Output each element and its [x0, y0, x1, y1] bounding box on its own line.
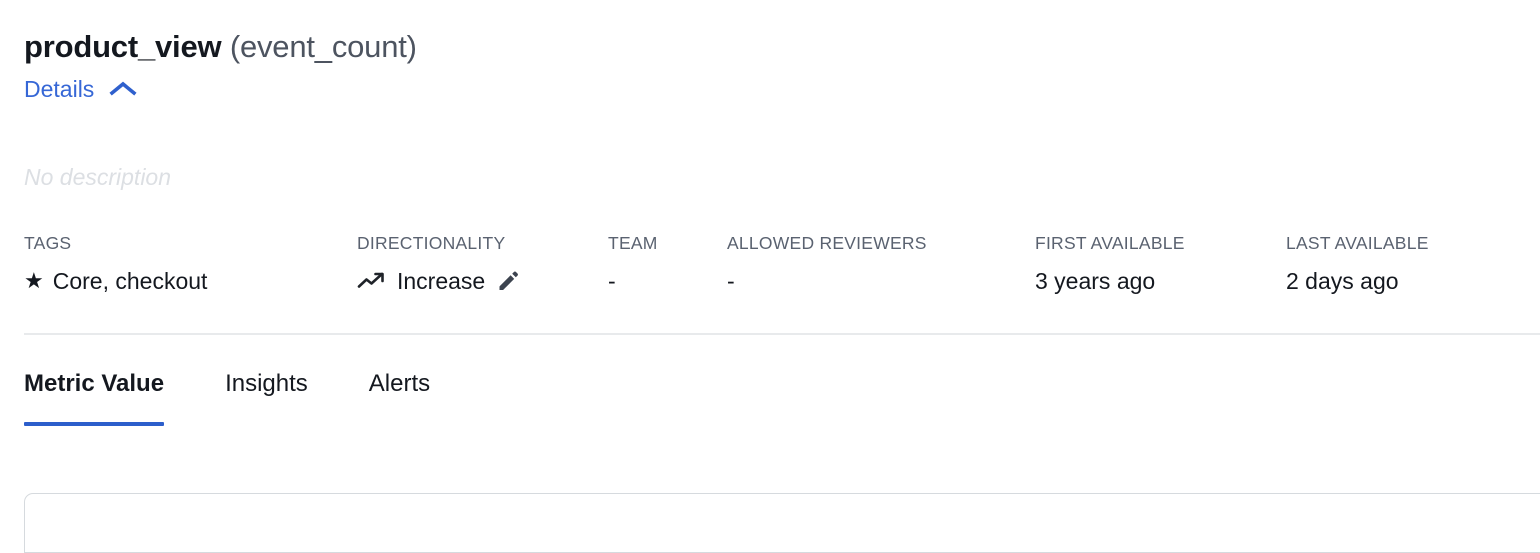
- pencil-icon[interactable]: [496, 269, 520, 293]
- meta-value-team: -: [608, 268, 616, 294]
- meta-field-tags: TAGS ★ Core, checkout: [24, 232, 207, 296]
- star-icon: ★: [24, 268, 44, 293]
- page-title: product_view (event_count): [24, 28, 417, 66]
- tab-insights-label: Insights: [225, 370, 308, 397]
- chevron-up-icon: [108, 79, 138, 99]
- meta-field-team: TEAM -: [608, 232, 658, 296]
- metric-value-panel: [24, 493, 1540, 553]
- tab-bar: Metric Value Insights Alerts: [24, 368, 430, 426]
- meta-field-first-available: FIRST AVAILABLE 3 years ago: [1035, 232, 1185, 296]
- meta-label-tags: TAGS: [24, 233, 72, 253]
- section-divider: [24, 333, 1540, 335]
- meta-label-allowed-reviewers: ALLOWED REVIEWERS: [727, 233, 927, 253]
- meta-value-last-available: 2 days ago: [1286, 268, 1399, 294]
- page-header: product_view (event_count) Details: [24, 28, 417, 103]
- metric-description: No description: [24, 164, 172, 190]
- meta-value-tags: ★ Core, checkout: [24, 266, 207, 296]
- metric-name: product_view: [24, 29, 222, 64]
- details-toggle[interactable]: Details: [24, 75, 138, 103]
- meta-field-last-available: LAST AVAILABLE 2 days ago: [1286, 232, 1429, 296]
- meta-label-team: TEAM: [608, 233, 658, 253]
- tab-metric-value[interactable]: Metric Value: [24, 368, 165, 426]
- tab-alerts[interactable]: Alerts: [369, 368, 430, 426]
- meta-value-first-available: 3 years ago: [1035, 268, 1156, 294]
- meta-label-directionality: DIRECTIONALITY: [357, 233, 506, 253]
- meta-label-first-available: FIRST AVAILABLE: [1035, 233, 1185, 253]
- meta-label-last-available: LAST AVAILABLE: [1286, 233, 1429, 253]
- meta-value-directionality: Increase: [357, 266, 520, 296]
- meta-field-directionality: DIRECTIONALITY Increase: [357, 232, 520, 296]
- tab-metric-value-label: Metric Value: [24, 370, 165, 397]
- details-toggle-label: Details: [24, 76, 95, 102]
- trending-up-icon: [357, 271, 387, 291]
- tab-alerts-label: Alerts: [368, 370, 431, 397]
- meta-value-tags-text: Core, checkout: [52, 268, 208, 294]
- meta-value-directionality-text: Increase: [397, 268, 486, 294]
- metric-type: (event_count): [229, 29, 417, 64]
- metric-detail-page: product_view (event_count) Details No de…: [0, 0, 1540, 553]
- tab-insights[interactable]: Insights: [225, 368, 308, 426]
- meta-value-allowed-reviewers: -: [727, 268, 735, 294]
- meta-field-allowed-reviewers: ALLOWED REVIEWERS -: [727, 232, 927, 296]
- metric-meta-row: TAGS ★ Core, checkout DIRECTIONALITY Inc…: [0, 232, 1540, 312]
